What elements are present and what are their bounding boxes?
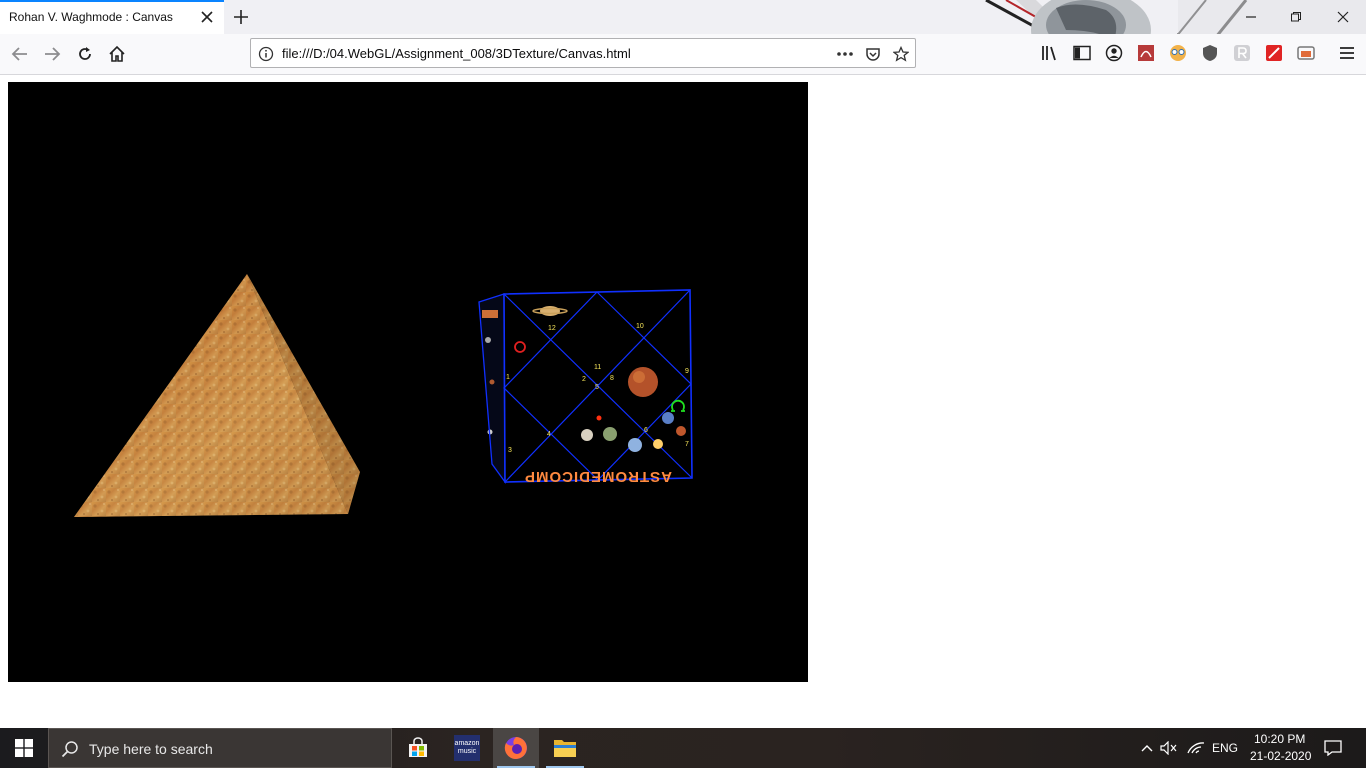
navigation-toolbar: file:///D:/04.WebGL/Assignment_008/3DTex… [0, 34, 1366, 75]
language-indicator[interactable]: ENG [1212, 741, 1238, 755]
library-icon[interactable] [1040, 43, 1060, 63]
microsoft-store-icon[interactable] [395, 728, 441, 768]
textured-pyramid [74, 274, 360, 517]
firefox-taskbar-icon[interactable] [493, 728, 539, 768]
amazon-music-line2: music [457, 748, 477, 755]
amazon-music-tile: amazon music [454, 735, 480, 761]
reload-button[interactable] [71, 40, 99, 68]
restore-icon[interactable] [1285, 6, 1307, 28]
amazon-music-line1: amazon [454, 740, 480, 747]
notifications-icon[interactable] [1323, 738, 1343, 758]
cube-number: 8 [610, 375, 614, 382]
extension-pdf-icon[interactable] [1136, 43, 1156, 63]
tab-close-icon[interactable] [198, 8, 216, 26]
cube-number: 4 [547, 431, 551, 438]
extension-screenshot-icon[interactable] [1296, 43, 1316, 63]
extension-r-icon[interactable] [1232, 43, 1252, 63]
page-actions-icon[interactable] [836, 45, 854, 63]
new-tab-icon[interactable] [230, 6, 252, 28]
tab-canvas[interactable]: Rohan V. Waghmode : Canvas [0, 0, 224, 34]
show-hidden-icons-icon[interactable] [1137, 738, 1157, 758]
search-placeholder: Type here to search [89, 741, 213, 757]
cube-number: 5 [595, 384, 599, 391]
minimize-icon[interactable] [1240, 6, 1262, 28]
file-explorer-icon[interactable] [542, 728, 588, 768]
clock-date[interactable]: 21-02-2020 [1250, 749, 1311, 763]
tab-strip: Rohan V. Waghmode : Canvas [0, 0, 1366, 34]
start-button[interactable] [0, 728, 48, 768]
tab-title: Rohan V. Waghmode : Canvas [9, 10, 173, 24]
back-button[interactable] [6, 40, 34, 68]
cube-number: 7 [685, 441, 689, 448]
volume-muted-icon[interactable] [1159, 738, 1179, 758]
windows-taskbar: Type here to search amazon music ENG 10:… [0, 728, 1366, 768]
sidebar-icon[interactable] [1072, 43, 1092, 63]
extension-red-icon[interactable] [1264, 43, 1284, 63]
forward-button[interactable] [38, 40, 66, 68]
canvas-scene: 12 10 11 1 2 5 8 9 4 6 3 7 ASTROMEDICOMP [74, 274, 693, 517]
cube-number: 2 [582, 376, 586, 383]
textured-cube: 12 10 11 1 2 5 8 9 4 6 3 7 ASTROMEDICOMP [478, 289, 693, 485]
pocket-icon[interactable] [864, 45, 882, 63]
search-icon [61, 740, 79, 763]
wifi-icon[interactable] [1186, 738, 1206, 758]
cube-number: 12 [548, 325, 556, 332]
webgl-canvas[interactable]: 12 10 11 1 2 5 8 9 4 6 3 7 ASTROMEDICOMP [8, 82, 808, 682]
windows-logo-icon [15, 739, 33, 757]
site-info-icon[interactable] [257, 45, 275, 63]
taskbar-search-box[interactable]: Type here to search [48, 728, 392, 768]
account-icon[interactable] [1104, 43, 1124, 63]
extension-glasses-icon[interactable] [1168, 43, 1188, 63]
clock-time[interactable]: 10:20 PM [1254, 732, 1305, 746]
home-button[interactable] [103, 40, 131, 68]
cube-label: ASTROMEDICOMP [524, 468, 672, 485]
bookmark-star-icon[interactable] [892, 45, 910, 63]
cube-number: 11 [594, 364, 601, 371]
close-window-icon[interactable] [1332, 6, 1354, 28]
amazon-music-icon[interactable]: amazon music [444, 728, 490, 768]
extension-shield-icon[interactable] [1200, 43, 1220, 63]
cube-number: 3 [508, 447, 512, 454]
cube-number: 1 [506, 374, 510, 381]
cube-number: 6 [644, 427, 648, 434]
cube-number: 9 [685, 368, 689, 375]
url-text[interactable]: file:///D:/04.WebGL/Assignment_008/3DTex… [282, 46, 631, 61]
cube-number: 10 [636, 323, 644, 330]
menu-icon[interactable] [1337, 43, 1357, 63]
address-bar[interactable]: file:///D:/04.WebGL/Assignment_008/3DTex… [250, 38, 916, 68]
